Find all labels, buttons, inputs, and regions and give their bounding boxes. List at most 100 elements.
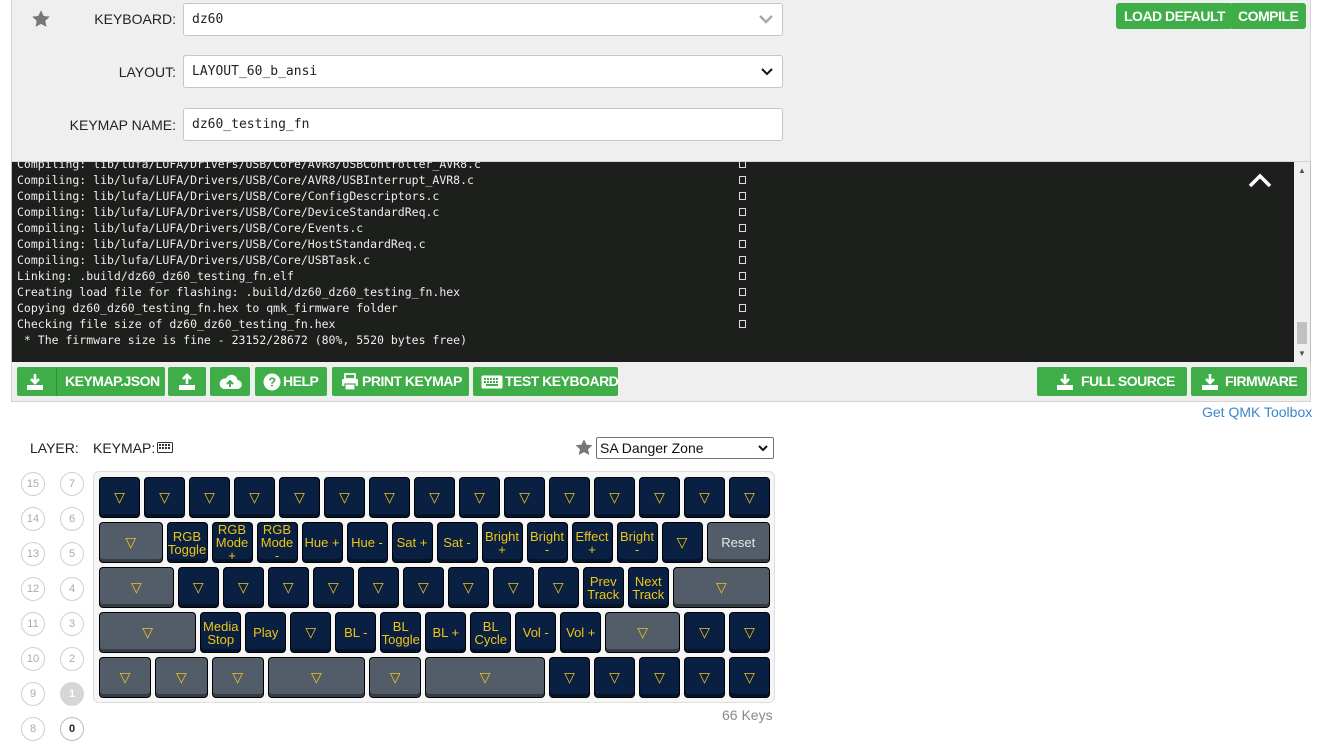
console-scrollbar[interactable]: ▲ ▼ <box>1294 162 1310 362</box>
keymap-json-button[interactable]: KEYMAP.JSON <box>56 367 165 396</box>
print-keymap-button[interactable]: PRINT KEYMAP <box>332 367 469 396</box>
key-r0-c5[interactable]: ▽ <box>324 477 365 518</box>
get-qmk-toolbox-link[interactable]: Get QMK Toolbox <box>1202 404 1312 420</box>
key-r0-c1[interactable]: ▽ <box>144 477 185 518</box>
scroll-down-arrow-icon[interactable]: ▼ <box>1298 349 1306 358</box>
key-r3-c4[interactable]: BL - <box>335 612 377 653</box>
key-r0-c2[interactable]: ▽ <box>189 477 230 518</box>
layer-button-7[interactable]: 7 <box>60 472 84 496</box>
layer-button-11[interactable]: 11 <box>21 612 45 636</box>
key-r3-c8[interactable]: Vol - <box>515 612 557 653</box>
key-r3-c6[interactable]: BL + <box>425 612 467 653</box>
key-r1-c13[interactable]: Reset <box>706 522 770 563</box>
key-r0-c11[interactable]: ▽ <box>594 477 635 518</box>
key-r2-c4[interactable]: ▽ <box>312 567 354 608</box>
key-r2-c9[interactable]: ▽ <box>537 567 579 608</box>
key-r1-c4[interactable]: Hue + <box>301 522 343 563</box>
key-r3-c5[interactable]: BL Toggle <box>380 612 422 653</box>
key-r2-c11[interactable]: Next Track <box>627 567 669 608</box>
key-r1-c1[interactable]: RGB Toggle <box>166 522 208 563</box>
key-r2-c7[interactable]: ▽ <box>447 567 489 608</box>
firmware-button[interactable]: FIRMWARE <box>1191 367 1307 396</box>
layer-button-0[interactable]: 0 <box>60 717 84 741</box>
key-r1-c11[interactable]: Bright - <box>616 522 658 563</box>
key-r0-c7[interactable]: ▽ <box>414 477 455 518</box>
key-r1-c9[interactable]: Bright - <box>526 522 568 563</box>
key-r4-c9[interactable]: ▽ <box>684 657 725 698</box>
key-r4-c6[interactable]: ▽ <box>549 657 590 698</box>
key-r4-c5[interactable]: ▽ <box>425 657 545 698</box>
full-source-button[interactable]: FULL SOURCE <box>1037 367 1187 396</box>
key-r1-c0[interactable]: ▽ <box>99 522 163 563</box>
key-r2-c12[interactable]: ▽ <box>672 567 770 608</box>
star-icon[interactable] <box>573 437 595 458</box>
key-r3-c12[interactable]: ▽ <box>729 612 770 653</box>
layer-button-15[interactable]: 15 <box>21 472 45 496</box>
key-r1-c2[interactable]: RGB Mode + <box>211 522 253 563</box>
key-r1-c10[interactable]: Effect + <box>571 522 613 563</box>
key-r2-c3[interactable]: ▽ <box>267 567 309 608</box>
key-r3-c7[interactable]: BL Cycle <box>470 612 512 653</box>
key-r3-c2[interactable]: Play <box>245 612 287 653</box>
layer-button-14[interactable]: 14 <box>21 507 45 531</box>
layer-button-1[interactable]: 1 <box>60 682 84 706</box>
key-r3-c9[interactable]: Vol + <box>560 612 602 653</box>
key-r2-c10[interactable]: Prev Track <box>582 567 624 608</box>
chevron-up-icon[interactable] <box>1245 168 1275 192</box>
layer-button-9[interactable]: 9 <box>21 682 45 706</box>
key-r1-c12[interactable]: ▽ <box>661 522 703 563</box>
compile-console[interactable]: Compiling: lib/lufa/LUFA/Drivers/USB/Cor… <box>11 162 1311 362</box>
layout-select[interactable]: LAYOUT_60_b_ansi <box>183 55 783 88</box>
key-r4-c1[interactable]: ▽ <box>155 657 208 698</box>
test-keyboard-button[interactable]: TEST KEYBOARD <box>473 367 619 396</box>
scroll-up-arrow-icon[interactable]: ▲ <box>1298 166 1306 175</box>
key-r0-c6[interactable]: ▽ <box>369 477 410 518</box>
key-r0-c12[interactable]: ▽ <box>639 477 680 518</box>
scroll-thumb[interactable] <box>1297 322 1307 344</box>
key-r0-c13[interactable]: ▽ <box>684 477 725 518</box>
key-r3-c10[interactable]: ▽ <box>605 612 680 653</box>
key-r0-c10[interactable]: ▽ <box>549 477 590 518</box>
layer-button-5[interactable]: 5 <box>60 542 84 566</box>
load-default-button[interactable]: LOAD DEFAULT <box>1116 3 1234 29</box>
key-r4-c3[interactable]: ▽ <box>267 657 365 698</box>
layer-button-8[interactable]: 8 <box>21 717 45 741</box>
key-r4-c2[interactable]: ▽ <box>211 657 264 698</box>
key-r0-c3[interactable]: ▽ <box>234 477 275 518</box>
upload-keymap-button[interactable] <box>168 367 206 396</box>
layer-button-13[interactable]: 13 <box>21 542 45 566</box>
key-r0-c4[interactable]: ▽ <box>279 477 320 518</box>
key-r1-c3[interactable]: RGB Mode - <box>256 522 298 563</box>
layer-button-12[interactable]: 12 <box>21 577 45 601</box>
layer-button-2[interactable]: 2 <box>60 647 84 671</box>
help-button[interactable]: ? HELP <box>255 367 327 396</box>
key-r0-c9[interactable]: ▽ <box>504 477 545 518</box>
key-r4-c4[interactable]: ▽ <box>369 657 422 698</box>
key-r3-c0[interactable]: ▽ <box>99 612 197 653</box>
key-r4-c10[interactable]: ▽ <box>729 657 770 698</box>
layer-button-4[interactable]: 4 <box>60 577 84 601</box>
key-r4-c8[interactable]: ▽ <box>639 657 680 698</box>
layer-button-6[interactable]: 6 <box>60 507 84 531</box>
key-r3-c11[interactable]: ▽ <box>684 612 725 653</box>
keycap-theme-select[interactable]: SA Danger Zone <box>596 437 774 459</box>
key-r1-c5[interactable]: Hue - <box>346 522 388 563</box>
key-r2-c2[interactable]: ▽ <box>222 567 264 608</box>
keyboard-select[interactable]: dz60 <box>183 3 783 36</box>
key-r0-c0[interactable]: ▽ <box>99 477 140 518</box>
key-r1-c7[interactable]: Sat - <box>436 522 478 563</box>
keymap-name-input[interactable]: dz60_testing_fn <box>183 108 783 141</box>
key-r2-c5[interactable]: ▽ <box>357 567 399 608</box>
key-r2-c8[interactable]: ▽ <box>492 567 534 608</box>
key-r1-c6[interactable]: Sat + <box>391 522 433 563</box>
key-r2-c6[interactable]: ▽ <box>402 567 444 608</box>
layer-button-3[interactable]: 3 <box>60 612 84 636</box>
key-r3-c1[interactable]: Media Stop <box>200 612 242 653</box>
key-r4-c7[interactable]: ▽ <box>594 657 635 698</box>
compile-button[interactable]: COMPILE <box>1230 3 1307 29</box>
key-r3-c3[interactable]: ▽ <box>290 612 332 653</box>
key-r1-c8[interactable]: Bright + <box>481 522 523 563</box>
key-r0-c8[interactable]: ▽ <box>459 477 500 518</box>
key-r4-c0[interactable]: ▽ <box>99 657 152 698</box>
key-r0-c14[interactable]: ▽ <box>729 477 770 518</box>
